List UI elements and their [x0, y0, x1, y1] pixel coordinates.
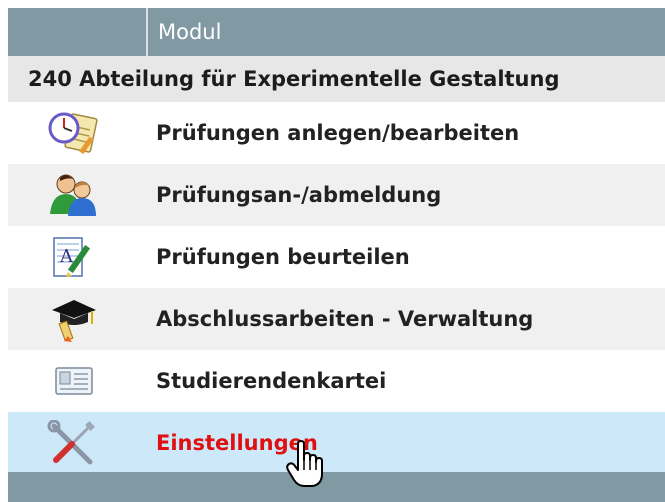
- svg-text:A: A: [59, 246, 74, 267]
- module-label: Studierendenkartei: [156, 369, 387, 393]
- grading-pen-icon: A: [53, 237, 91, 277]
- users-icon: [50, 174, 96, 216]
- graduation-cap-icon: [52, 300, 96, 342]
- module-row-einstellungen[interactable]: Einstellungen: [8, 412, 665, 474]
- module-row-studierendenkartei[interactable]: Studierendenkartei: [8, 350, 665, 412]
- module-row-abschlussarbeiten[interactable]: Abschlussarbeiten - Verwaltung: [8, 288, 665, 350]
- card-file-icon: [55, 367, 93, 395]
- module-row-pruefungen-beurteilen[interactable]: A Prüfungen beurteilen: [8, 226, 665, 288]
- module-table: Modul 240 Abteilung für Experimentelle G…: [8, 0, 665, 502]
- module-label: Abschlussarbeiten - Verwaltung: [156, 307, 534, 331]
- clock-notepad-icon: [48, 112, 98, 155]
- module-label: Prüfungen anlegen/bearbeiten: [156, 121, 520, 145]
- module-label: Prüfungsan-/abmeldung: [156, 183, 442, 207]
- table-header: Modul: [8, 8, 665, 56]
- header-icon-column: [8, 8, 148, 56]
- department-section-row: 240 Abteilung für Experimentelle Gestalt…: [8, 56, 665, 103]
- module-row-pruefungen-anlegen[interactable]: Prüfungen anlegen/bearbeiten: [8, 102, 665, 164]
- hand-cursor-icon: [286, 440, 323, 487]
- module-label: Prüfungen beurteilen: [156, 245, 410, 269]
- department-title: 240 Abteilung für Experimentelle Gestalt…: [28, 67, 560, 91]
- table-footer: [8, 472, 665, 502]
- module-row-pruefungsanmeldung[interactable]: Prüfungsan-/abmeldung: [8, 164, 665, 226]
- header-module-label: Modul: [158, 20, 222, 44]
- tools-icon: [47, 420, 95, 465]
